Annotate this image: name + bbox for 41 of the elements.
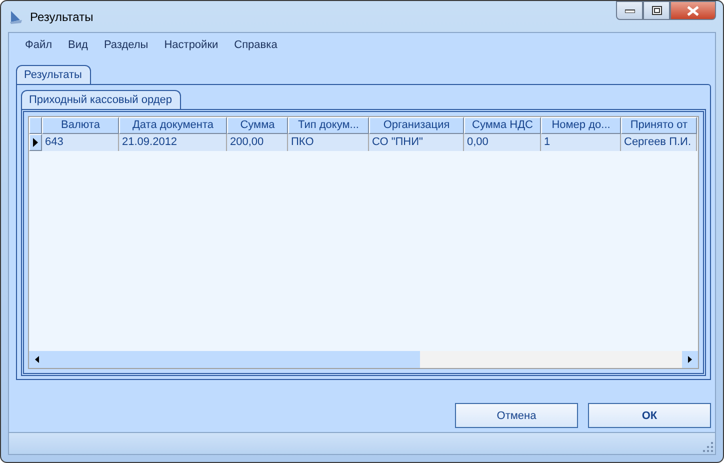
- column-header[interactable]: Организация: [369, 117, 464, 134]
- column-header[interactable]: Принято от: [621, 117, 697, 134]
- scroll-left-icon[interactable]: [35, 356, 39, 363]
- table-cell: ПКО: [288, 134, 369, 151]
- horizontal-scrollbar[interactable]: [29, 351, 698, 368]
- column-header[interactable]: Сумма: [227, 117, 288, 134]
- table-cell: 200,00: [227, 134, 288, 151]
- menu-item[interactable]: Справка: [226, 39, 286, 55]
- table-cell: 0,00: [464, 134, 541, 151]
- minimize-button[interactable]: [616, 1, 643, 20]
- table-cell: 1: [541, 134, 621, 151]
- close-icon: [687, 6, 699, 16]
- minimize-icon: [624, 8, 634, 12]
- tab[interactable]: Приходный кассовый ордер: [21, 90, 182, 109]
- menu-item[interactable]: Вид: [60, 39, 96, 55]
- menu-item[interactable]: Настройки: [156, 39, 226, 55]
- scroll-right-icon[interactable]: [688, 356, 692, 363]
- table-cell: 643: [42, 134, 119, 151]
- menu-item[interactable]: Разделы: [96, 39, 156, 55]
- table-cell: 21.09.2012: [119, 134, 227, 151]
- column-header[interactable]: Валюта: [42, 117, 119, 134]
- row-header: [29, 117, 42, 134]
- table-cell: Сергеев П.И.: [621, 134, 697, 151]
- column-header[interactable]: Сумма НДС: [464, 117, 541, 134]
- resize-grip-icon[interactable]: [703, 442, 713, 452]
- tab[interactable]: Результаты: [16, 65, 91, 84]
- window-title: Результаты: [30, 10, 94, 24]
- maximize-button[interactable]: [643, 1, 670, 20]
- current-row-icon: [33, 138, 38, 147]
- cancel-button[interactable]: Отмена: [455, 403, 578, 428]
- app-icon: [8, 8, 24, 24]
- close-button[interactable]: [670, 1, 716, 20]
- row-header[interactable]: [29, 134, 42, 151]
- scrollbar-thumb[interactable]: [45, 351, 420, 368]
- maximize-icon: [652, 6, 662, 15]
- column-header[interactable]: Тип докум...: [288, 117, 369, 134]
- menu-item[interactable]: Файл: [17, 39, 60, 55]
- ok-button[interactable]: ОК: [588, 403, 711, 428]
- table-cell: СО "ПНИ": [369, 134, 464, 151]
- column-header[interactable]: Дата документа: [119, 117, 227, 134]
- column-header[interactable]: Номер до...: [541, 117, 621, 134]
